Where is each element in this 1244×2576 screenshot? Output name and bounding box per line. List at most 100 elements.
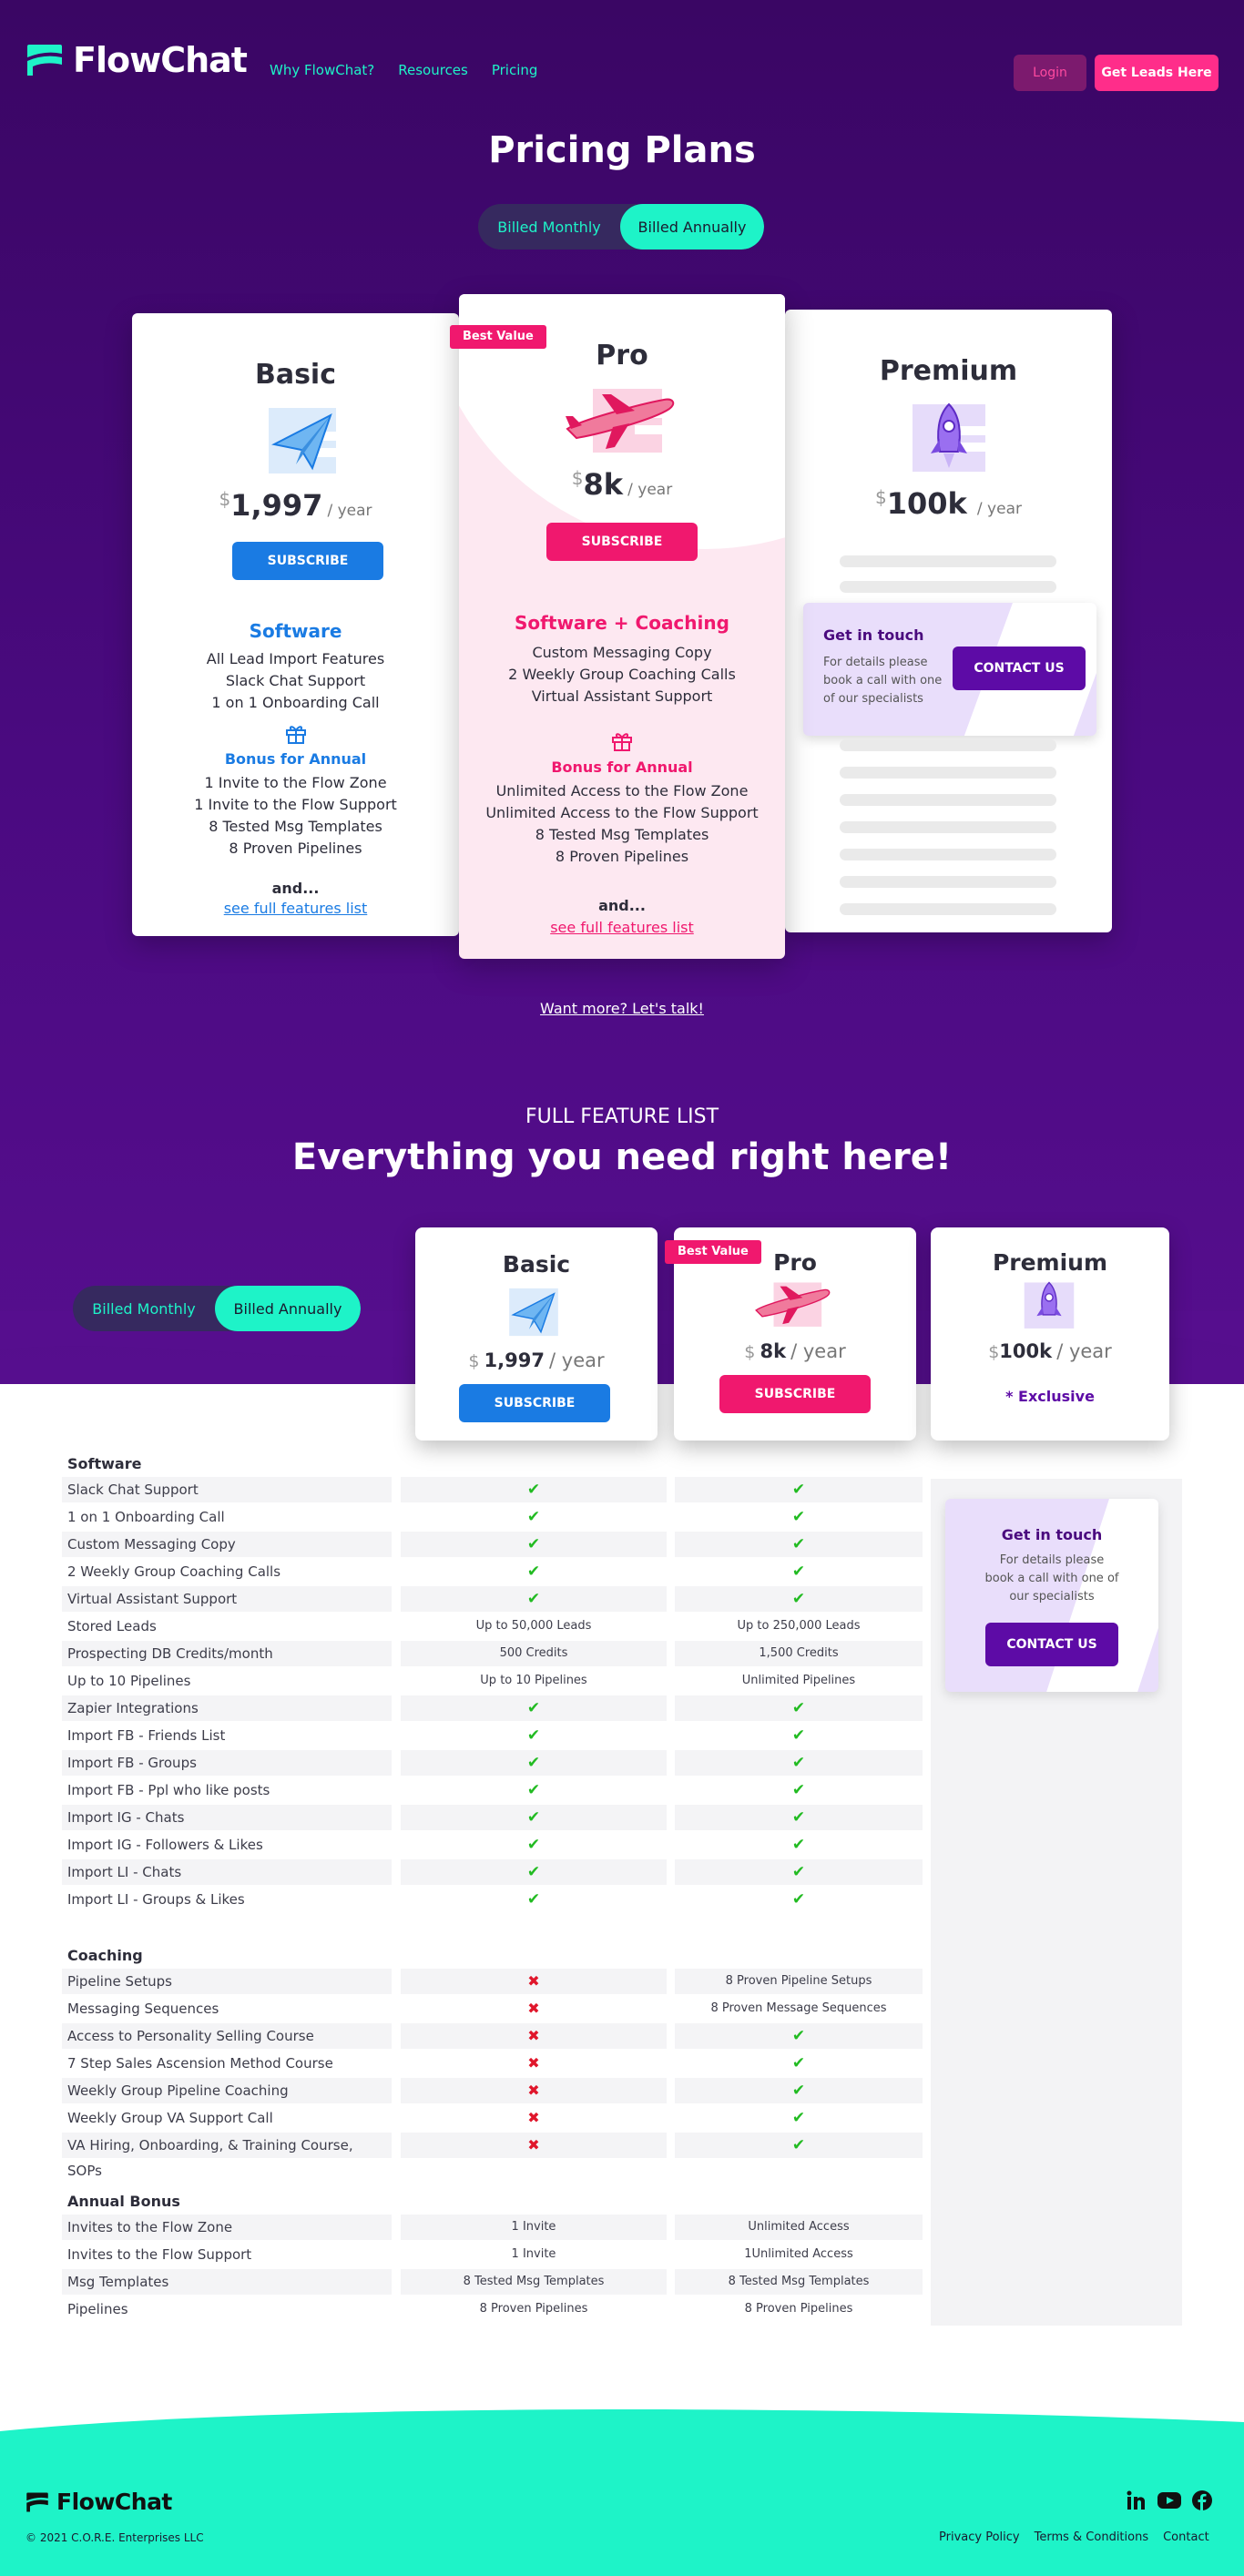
feature-cell: ✔ xyxy=(675,1750,923,1776)
feature-label: Import FB - Groups xyxy=(62,1750,392,1776)
table-row: Weekly Group VA Support Call ✖ ✔ xyxy=(0,2105,1244,2131)
feature-cell: ✔ xyxy=(675,1559,923,1584)
feature-cell: ✔ xyxy=(675,1532,923,1557)
basic-features-link[interactable]: see full features list xyxy=(132,898,459,920)
table-row: Access to Personality Selling Course ✖ ✔ xyxy=(0,2023,1244,2049)
premium-contact-button[interactable]: CONTACT US xyxy=(953,647,1086,690)
placeholder-line xyxy=(840,903,1056,915)
placeholder-line xyxy=(840,739,1056,751)
feature-cell: ✔ xyxy=(401,1805,667,1830)
feature-value: 8 Proven Pipelines xyxy=(479,2302,588,2316)
cross-icon: ✖ xyxy=(527,2054,540,2072)
nav-link-resources[interactable]: Resources xyxy=(398,62,468,78)
check-icon: ✔ xyxy=(526,1808,541,1827)
feature-basic-subscribe[interactable]: SUBSCRIBE xyxy=(459,1384,610,1422)
plan-price: $100k / year xyxy=(875,486,1022,521)
feature-list-title: Everything you need right here! xyxy=(291,1136,953,1178)
check-icon: ✔ xyxy=(526,1535,541,1553)
brand-logo[interactable]: FlowChat xyxy=(25,40,248,80)
premium-exclusive: * Exclusive xyxy=(1005,1388,1095,1405)
feature-label: 2 Weekly Group Coaching Calls xyxy=(67,1563,281,1580)
feature-label: VA Hiring, Onboarding, & Training Course… xyxy=(62,2133,392,2179)
billing-monthly-option[interactable]: Billed Monthly xyxy=(478,204,620,249)
feature-label: Stored Leads xyxy=(67,1618,157,1634)
billing-toggle[interactable]: Billed Monthly Billed Annually xyxy=(478,204,764,249)
brand-name: FlowChat xyxy=(73,40,248,80)
plan-name: Basic xyxy=(502,1251,571,1278)
pro-bonus-title: Bonus for Annual xyxy=(551,759,693,776)
feature-label: Import LI - Chats xyxy=(62,1859,392,1885)
feature-cell: ✔ xyxy=(675,1777,923,1803)
table-row: Invites to the Flow Support 1 Invite 1Unli… xyxy=(0,2242,1244,2267)
cross-icon: ✖ xyxy=(527,2109,540,2126)
feature-cell: ✔ xyxy=(675,2105,923,2131)
cross-icon: ✖ xyxy=(527,2082,540,2099)
billing-monthly-option[interactable]: Billed Monthly xyxy=(73,1286,215,1331)
check-icon: ✔ xyxy=(791,1754,806,1772)
feature-value: 1 Invite xyxy=(511,2247,556,2261)
nav-link-pricing[interactable]: Pricing xyxy=(492,62,538,78)
nav-link-why[interactable]: Why FlowChat? xyxy=(270,62,374,78)
placeholder-line xyxy=(840,767,1056,779)
pro-plan-card: Best Value Pro $8k / year SUBSCRIBE Soft… xyxy=(450,294,785,959)
plan-name: Premium xyxy=(879,355,1018,387)
linkedin-icon[interactable] xyxy=(1126,2489,1147,2511)
footer-background xyxy=(0,2409,1244,2576)
top-nav: FlowChat Why FlowChat? Resources Pricing… xyxy=(0,0,1244,146)
feature-label: Up to 10 Pipelines xyxy=(67,1673,191,1689)
feature-cell: ✔ xyxy=(401,1586,667,1612)
login-button[interactable]: Login xyxy=(1014,55,1086,91)
feature-label: Prospecting DB Credits/month xyxy=(62,1641,392,1666)
footer-link-contact[interactable]: Contact xyxy=(1163,2530,1209,2544)
footer-link-privacy[interactable]: Privacy Policy xyxy=(939,2530,1020,2544)
placeholder-line xyxy=(840,794,1056,806)
footer-logo[interactable]: FlowChat xyxy=(25,2489,172,2515)
feature-cell: ✔ xyxy=(675,1695,923,1721)
check-icon: ✔ xyxy=(791,2136,806,2154)
basic-plan-card: Basic $1,997 / year SUBSCRIBE Software A… xyxy=(132,313,459,936)
feature-value: Up to 10 Pipelines xyxy=(480,1674,587,1687)
table-row: Invites to the Flow Zone 1 Invite Unlimite… xyxy=(0,2215,1244,2240)
billing-annually-option[interactable]: Billed Annually xyxy=(620,204,764,249)
feature-label: Invites to the Flow Zone xyxy=(62,2215,392,2240)
footer-link-terms[interactable]: Terms & Conditions xyxy=(1035,2530,1149,2544)
check-icon: ✔ xyxy=(526,1563,541,1581)
feature-label: Weekly Group Pipeline Coaching xyxy=(62,2078,392,2103)
table-row: Slack Chat Support ✔ ✔ xyxy=(0,1477,1244,1502)
feature-cell: ✔ xyxy=(675,1477,923,1502)
feature-label: Zapier Integrations xyxy=(62,1695,392,1721)
feature-cell: ✔ xyxy=(675,2133,923,2158)
feature-value: 500 Credits xyxy=(401,1641,667,1666)
nav-links: Why FlowChat? Resources Pricing xyxy=(270,62,537,78)
feature-label: Weekly Group VA Support Call xyxy=(67,2110,273,2126)
want-more-link[interactable]: Want more? Let's talk! xyxy=(0,1000,1244,1017)
cross-icon: ✖ xyxy=(527,2136,540,2153)
table-row: Stored Leads Up to 50,000 Leads Up to 250,… xyxy=(0,1614,1244,1639)
touch-title: Get in touch xyxy=(823,626,924,644)
feature-pro-subscribe[interactable]: SUBSCRIBE xyxy=(719,1375,871,1413)
feature-cell: ✖ xyxy=(401,1969,667,1994)
facebook-icon[interactable] xyxy=(1191,2489,1213,2511)
get-leads-button[interactable]: Get Leads Here xyxy=(1095,55,1219,91)
pro-features-link[interactable]: see full features list xyxy=(459,917,785,939)
basic-subscribe-button[interactable]: SUBSCRIBE xyxy=(232,542,383,580)
feature-billing-toggle[interactable]: Billed Monthly Billed Annually xyxy=(73,1286,361,1331)
youtube-icon[interactable] xyxy=(1157,2489,1182,2511)
cross-icon: ✖ xyxy=(527,1972,540,1990)
table-row: Msg Templates 8 Tested Msg Templates 8 Tes… xyxy=(0,2269,1244,2295)
feature-label: Virtual Assistant Support xyxy=(62,1586,392,1612)
check-icon: ✔ xyxy=(526,1726,541,1745)
feature-cell: ✖ xyxy=(401,2023,667,2049)
billing-annually-option[interactable]: Billed Annually xyxy=(215,1286,361,1331)
feature-label: Invites to the Flow Support xyxy=(67,2246,252,2263)
section-title: Coaching xyxy=(67,1947,143,1964)
feature-cell: ✔ xyxy=(401,1532,667,1557)
table-row: Import LI - Groups & Likes ✔ ✔ xyxy=(0,1887,1244,1912)
feature-cell: ✔ xyxy=(401,1887,667,1912)
pro-subscribe-button[interactable]: SUBSCRIBE xyxy=(546,523,698,561)
feature-cell: ✔ xyxy=(675,1805,923,1830)
feature-cell: ✖ xyxy=(401,1996,667,2021)
plan-name: Premium xyxy=(992,1249,1108,1276)
basic-bonus-list: 1 Invite to the Flow Zone 1 Invite to th… xyxy=(194,774,397,857)
feature-list-kicker: FULL FEATURE LIST xyxy=(525,1105,719,1128)
